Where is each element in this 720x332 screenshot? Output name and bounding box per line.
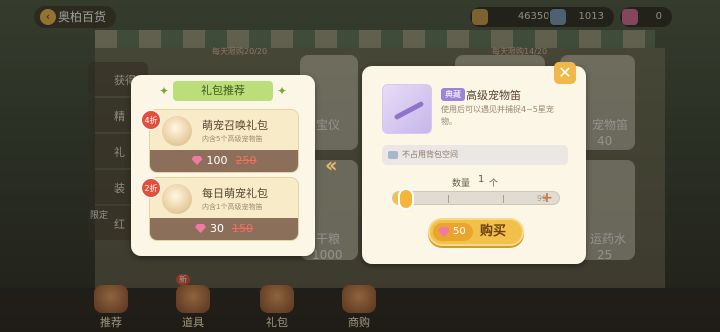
slider-handle[interactable]: [398, 188, 415, 210]
pet-flute-icon: [382, 84, 432, 134]
quantity-unit: 个: [489, 179, 499, 189]
pack-price: 100 250: [150, 150, 298, 172]
pack-desc: 内含5个高级宠物笛: [202, 135, 263, 143]
gift-panel-title: ✦ 礼包推荐 ✦: [159, 81, 287, 101]
buy-button[interactable]: 50 购买: [428, 218, 524, 246]
gem-icon: [191, 156, 203, 165]
gift-pack-summon[interactable]: 萌宠召唤礼包 内含5个高级宠物笛 100 250: [149, 109, 299, 173]
gem-icon: [438, 227, 450, 237]
discount-badge: 2折: [141, 178, 161, 198]
original-price: 250: [235, 154, 257, 167]
item-detail-panel: 典藏 高级宠物笛 使用后可以遇见并捕捉4~5星宠物。 不占用背包空间 数量 1 …: [362, 66, 586, 264]
pack-name: 萌宠召唤礼包: [202, 119, 268, 132]
discount-badge: 4折: [141, 110, 161, 130]
gift-pack-daily[interactable]: 每日萌宠礼包 内含1个高级宠物笛 30 150: [149, 177, 299, 241]
close-icon[interactable]: ✕: [554, 62, 576, 84]
pack-desc: 内含1个高级宠物笛: [202, 203, 263, 211]
original-price: 150: [232, 222, 253, 235]
buy-price: 50: [433, 223, 473, 241]
bag-note: 不占用背包空间: [382, 145, 568, 165]
pack-price: 30 150: [150, 218, 298, 240]
slider-tick: [447, 195, 449, 203]
modal-overlay[interactable]: [0, 0, 720, 332]
gem-icon: [195, 224, 206, 233]
quantity-slider[interactable]: 99: [392, 188, 560, 210]
buy-label: 购买: [480, 224, 507, 239]
pack-image: [162, 184, 192, 214]
sparkle-icon: ✦: [276, 84, 287, 98]
pack-name: 每日萌宠礼包: [202, 187, 268, 200]
quantity-label: 数量: [452, 179, 471, 189]
item-description: 使用后可以遇见并捕捉4~5星宠物。: [441, 105, 554, 126]
quantity-value: 1: [478, 174, 485, 185]
bag-icon: [388, 151, 398, 159]
slider-tick: [502, 195, 504, 203]
sparkle-icon: ✦: [159, 84, 170, 98]
gift-recommend-panel: ✦ 礼包推荐 ✦ 萌宠召唤礼包 内含5个高级宠物笛 100 250 每日萌宠礼包 …: [131, 75, 315, 256]
plus-button[interactable]: +: [540, 191, 554, 205]
rarity-badge: 典藏: [441, 88, 465, 101]
double-chevron-left-icon: ‹‹: [325, 153, 338, 177]
item-name: 高级宠物笛: [466, 89, 521, 102]
pack-image: [162, 116, 192, 146]
